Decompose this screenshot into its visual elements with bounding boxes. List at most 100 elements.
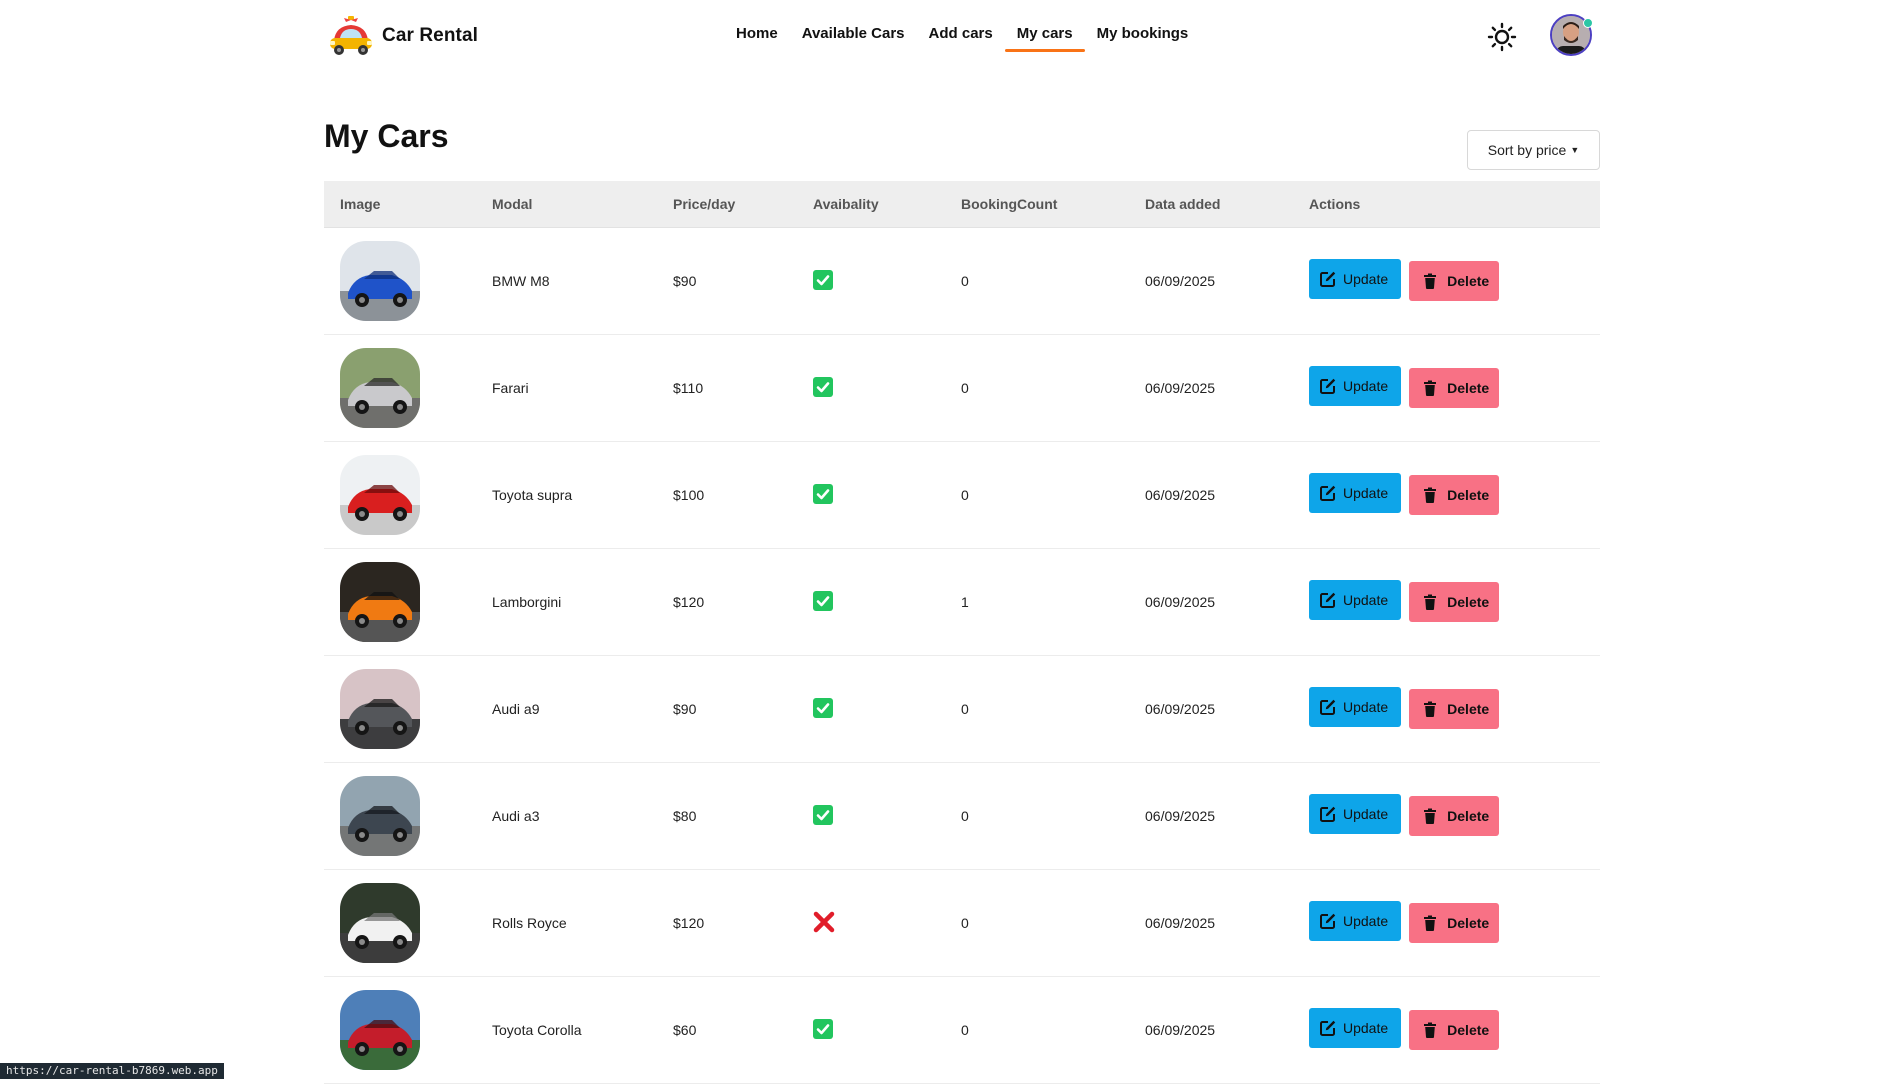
car-image-cell xyxy=(340,870,420,976)
delete-label: Delete xyxy=(1447,273,1490,289)
booking-count: 0 xyxy=(961,273,969,289)
delete-label: Delete xyxy=(1447,594,1490,610)
date-added: 06/09/2025 xyxy=(1145,380,1216,396)
car-photo xyxy=(340,883,420,963)
update-label: Update xyxy=(1343,913,1389,929)
booking-count: 0 xyxy=(961,808,969,824)
delete-button[interactable]: Delete xyxy=(1409,582,1500,622)
available-check-icon xyxy=(813,376,833,400)
update-button[interactable]: Update xyxy=(1309,473,1402,513)
update-label: Update xyxy=(1343,592,1389,608)
trash-icon xyxy=(1421,807,1439,825)
date-added: 06/09/2025 xyxy=(1145,1022,1216,1038)
table-header: Image Modal Price/day Avaibality Booking… xyxy=(324,181,1600,228)
car-price: $90 xyxy=(673,701,697,717)
update-label: Update xyxy=(1343,806,1389,822)
availability-cell xyxy=(813,549,833,655)
unavailable-cross-icon xyxy=(813,911,835,936)
delete-button[interactable]: Delete xyxy=(1409,796,1500,836)
car-price: $60 xyxy=(673,1022,697,1038)
update-button[interactable]: Update xyxy=(1309,901,1402,941)
car-image-cell xyxy=(340,656,420,762)
table-row: Lamborgini $120 1 06/09/2025 Update Dele… xyxy=(324,549,1600,656)
nav-links: Home Available Cars Add cars My cars My … xyxy=(724,16,1200,52)
nav-link-my-cars[interactable]: My cars xyxy=(1004,16,1085,52)
car-photo xyxy=(340,776,420,856)
update-label: Update xyxy=(1343,699,1389,715)
car-price: $120 xyxy=(673,915,705,931)
availability-cell xyxy=(813,656,833,762)
edit-icon xyxy=(1319,698,1337,716)
header-date-added: Data added xyxy=(1145,196,1221,212)
car-image-cell xyxy=(340,228,420,334)
booking-count: 1 xyxy=(961,594,969,610)
brand[interactable]: Car Rental xyxy=(326,14,478,58)
update-button[interactable]: Update xyxy=(1309,366,1402,406)
available-check-icon xyxy=(813,1018,833,1042)
edit-icon xyxy=(1319,484,1337,502)
update-button[interactable]: Update xyxy=(1309,259,1402,299)
actions-cell: Update Delete xyxy=(1309,656,1500,762)
delete-button[interactable]: Delete xyxy=(1409,1010,1500,1050)
delete-button[interactable]: Delete xyxy=(1409,689,1500,729)
car-model: Toyota Corolla xyxy=(492,1022,582,1038)
delete-button[interactable]: Delete xyxy=(1409,903,1500,943)
nav-link-home[interactable]: Home xyxy=(724,16,790,52)
update-label: Update xyxy=(1343,271,1389,287)
header-price: Price/day xyxy=(673,196,736,212)
car-model: Lamborgini xyxy=(492,594,562,610)
delete-button[interactable]: Delete xyxy=(1409,261,1500,301)
booking-count: 0 xyxy=(961,915,969,931)
table-row: Audi a3 $80 0 06/09/2025 Update Delete xyxy=(324,763,1600,870)
booking-count: 0 xyxy=(961,380,969,396)
date-added: 06/09/2025 xyxy=(1145,594,1216,610)
edit-icon xyxy=(1319,805,1337,823)
edit-icon xyxy=(1319,377,1337,395)
delete-label: Delete xyxy=(1447,808,1490,824)
nav-link-my-bookings[interactable]: My bookings xyxy=(1085,16,1201,52)
actions-cell: Update Delete xyxy=(1309,977,1500,1083)
car-image-cell xyxy=(340,977,420,1083)
car-price: $100 xyxy=(673,487,705,503)
delete-label: Delete xyxy=(1447,380,1490,396)
update-label: Update xyxy=(1343,1020,1389,1036)
update-button[interactable]: Update xyxy=(1309,580,1402,620)
header-availability: Avaibality xyxy=(813,196,879,212)
update-button[interactable]: Update xyxy=(1309,687,1402,727)
header-image: Image xyxy=(340,196,381,212)
brand-name: Car Rental xyxy=(382,25,479,46)
delete-button[interactable]: Delete xyxy=(1409,475,1500,515)
availability-cell xyxy=(813,228,833,334)
delete-button[interactable]: Delete xyxy=(1409,368,1500,408)
car-image-cell xyxy=(340,335,420,441)
car-logo-icon xyxy=(330,16,372,55)
sort-by-price-dropdown[interactable]: Sort by price ▼ xyxy=(1467,130,1600,170)
booking-count: 0 xyxy=(961,701,969,717)
update-button[interactable]: Update xyxy=(1309,794,1402,834)
nav-link-available-cars[interactable]: Available Cars xyxy=(790,16,917,52)
car-photo xyxy=(340,562,420,642)
actions-cell: Update Delete xyxy=(1309,442,1500,548)
car-price: $90 xyxy=(673,273,697,289)
availability-cell xyxy=(813,763,833,869)
car-image-cell xyxy=(340,763,420,869)
booking-count: 0 xyxy=(961,1022,969,1038)
sun-icon[interactable] xyxy=(1487,22,1517,52)
available-check-icon xyxy=(813,590,833,614)
table-body: BMW M8 $90 0 06/09/2025 Update Delete Fa… xyxy=(324,228,1600,1084)
update-button[interactable]: Update xyxy=(1309,1008,1402,1048)
table-row: Audi a9 $90 0 06/09/2025 Update Delete xyxy=(324,656,1600,763)
nav-link-add-cars[interactable]: Add cars xyxy=(917,16,1005,52)
edit-icon xyxy=(1319,270,1337,288)
car-image-cell xyxy=(340,442,420,548)
availability-cell xyxy=(813,977,833,1083)
table-row: BMW M8 $90 0 06/09/2025 Update Delete xyxy=(324,228,1600,335)
car-price: $120 xyxy=(673,594,705,610)
link-status-bar: https://car-rental-b7869.web.app xyxy=(0,1063,224,1079)
my-cars-table: Image Modal Price/day Avaibality Booking… xyxy=(324,181,1600,1084)
car-photo xyxy=(340,455,420,535)
date-added: 06/09/2025 xyxy=(1145,701,1216,717)
actions-cell: Update Delete xyxy=(1309,870,1500,976)
delete-label: Delete xyxy=(1447,1022,1490,1038)
header-modal: Modal xyxy=(492,196,533,212)
